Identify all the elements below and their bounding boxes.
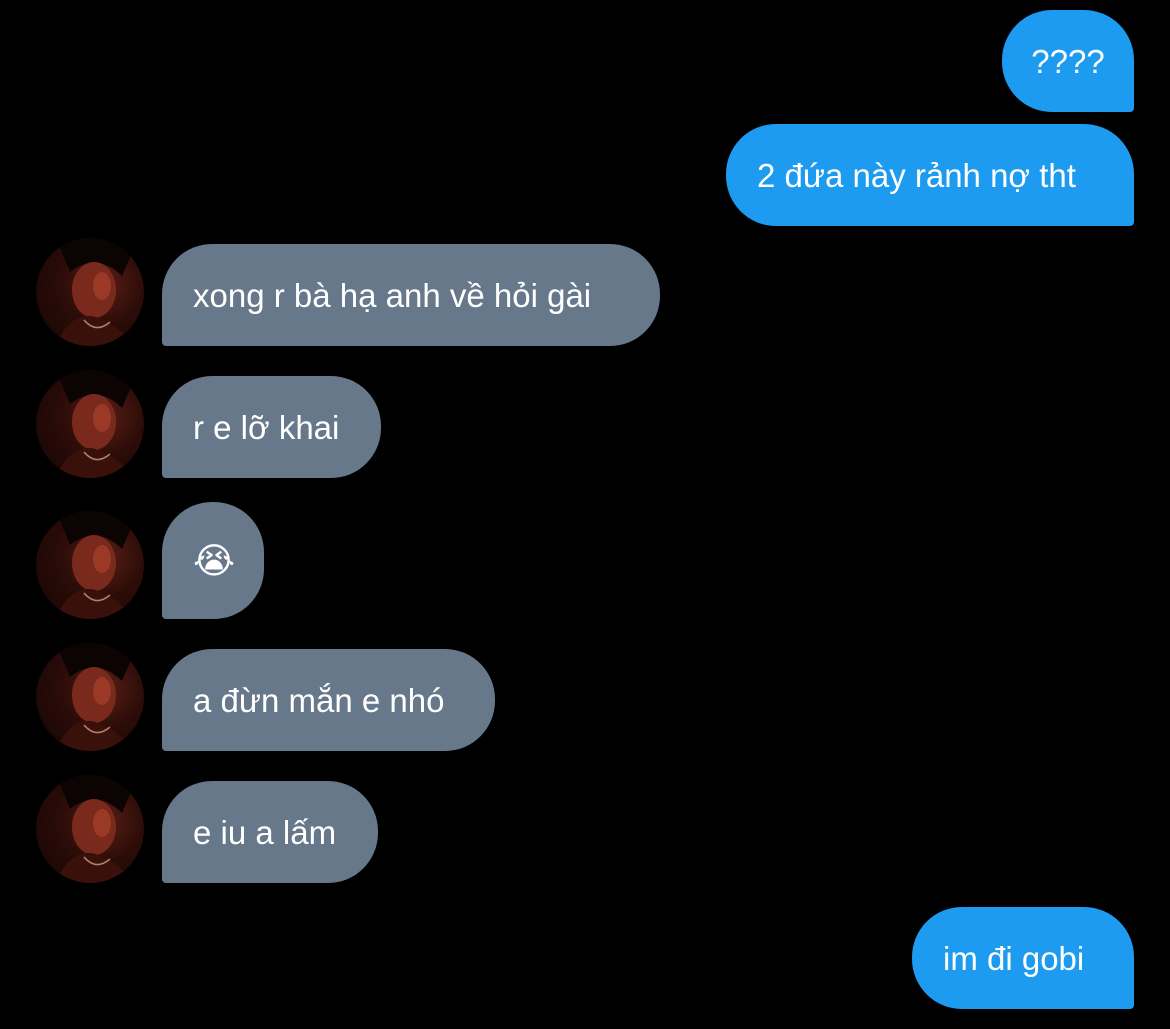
message-bubble-received[interactable]: r e lỡ khai — [162, 376, 381, 478]
message-text: r e lỡ khai — [193, 408, 340, 446]
avatar-photo-icon — [56, 511, 134, 619]
contact-avatar[interactable] — [36, 370, 144, 478]
contact-avatar[interactable] — [36, 511, 144, 619]
avatar-photo-icon — [56, 775, 134, 883]
contact-avatar[interactable] — [36, 643, 144, 751]
message-text: a đừn mắn e nhó — [193, 681, 445, 719]
avatar-photo-icon — [56, 643, 134, 751]
contact-avatar[interactable] — [36, 775, 144, 883]
message-bubble-sent[interactable]: ???? — [1002, 10, 1134, 112]
message-text: im đi gobi — [943, 939, 1085, 977]
message-bubble-sent[interactable]: im đi gobi — [912, 907, 1134, 1009]
message-bubble-received[interactable]: 😭 — [162, 502, 264, 619]
message-bubble-received[interactable]: a đừn mắn e nhó — [162, 649, 495, 751]
avatar-photo-icon — [56, 370, 134, 478]
message-bubble-sent[interactable]: 2 đứa này rảnh nợ tht — [726, 124, 1134, 226]
avatar-photo-icon — [56, 238, 134, 346]
message-text: ???? — [1031, 42, 1105, 80]
crying-emoji-icon: 😭 — [193, 539, 236, 581]
message-bubble-received[interactable]: e iu a lấm — [162, 781, 378, 883]
message-text: xong r bà hạ anh về hỏi gài — [193, 276, 592, 314]
message-bubble-received[interactable]: xong r bà hạ anh về hỏi gài — [162, 244, 660, 346]
message-text: 2 đứa này rảnh nợ tht — [757, 156, 1076, 194]
chat-thread: ???? 2 đứa này rảnh nợ tht xong r bà hạ … — [0, 0, 1170, 1029]
contact-avatar[interactable] — [36, 238, 144, 346]
message-text: e iu a lấm — [193, 813, 337, 851]
